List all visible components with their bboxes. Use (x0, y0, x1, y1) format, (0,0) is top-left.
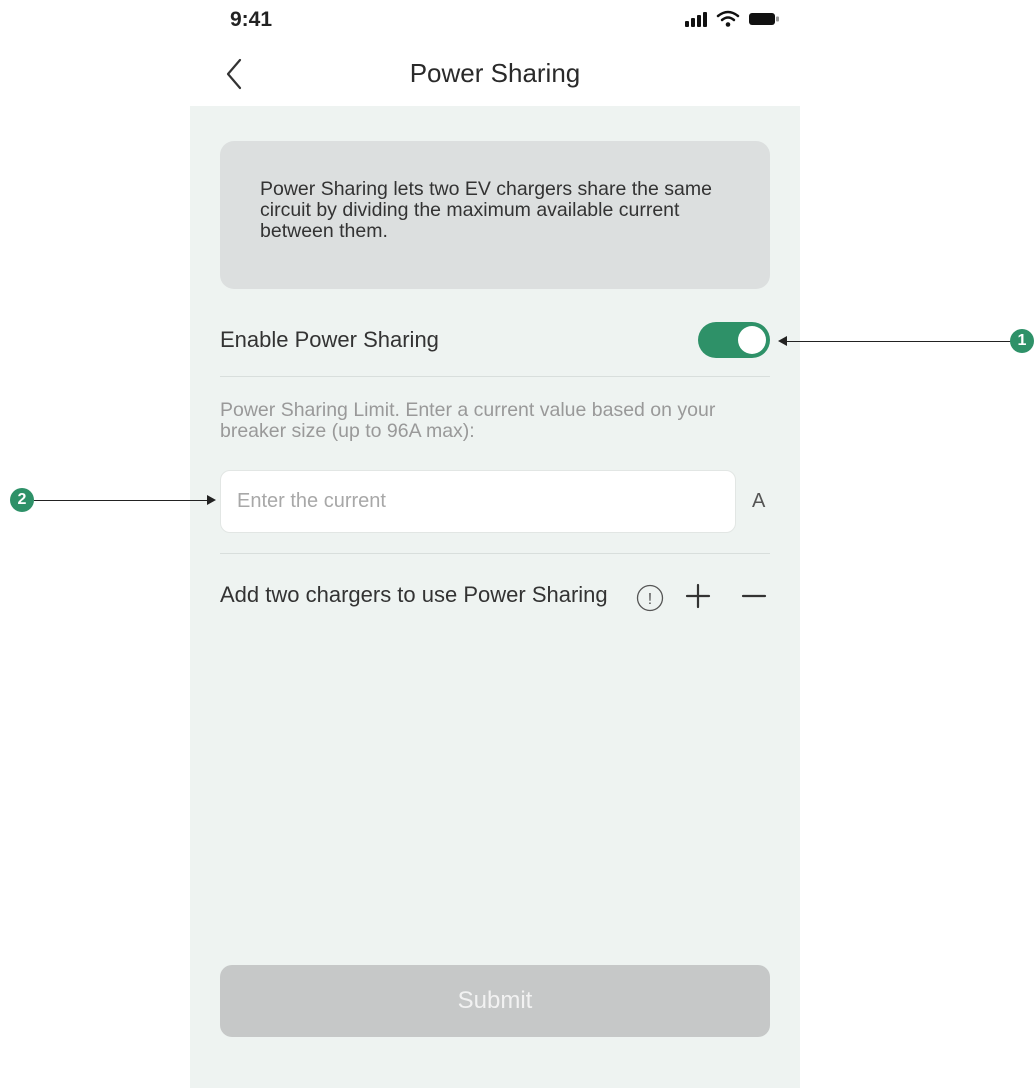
add-chargers-row: Add two chargers to use Power Sharing ! (220, 578, 770, 618)
cellular-signal-icon (685, 12, 707, 27)
status-time: 9:41 (230, 8, 273, 31)
info-card: Power Sharing lets two EV chargers share… (220, 141, 770, 289)
remove-charger-button[interactable] (738, 580, 770, 612)
add-chargers-label: Add two chargers to use Power Sharing (220, 582, 608, 607)
plus-icon (685, 583, 711, 609)
navigation-bar: Power Sharing (190, 48, 800, 104)
current-input[interactable] (220, 470, 736, 533)
submit-button[interactable]: Submit (220, 965, 770, 1037)
divider (220, 553, 770, 554)
enable-power-sharing-row: Enable Power Sharing (220, 318, 770, 374)
add-charger-button[interactable] (682, 580, 714, 612)
toggle-knob (738, 326, 766, 354)
power-sharing-limit-help: Power Sharing Limit. Enter a current val… (220, 399, 716, 442)
callout-badge-2: 2 (10, 488, 34, 512)
callout-badge-1: 1 (1010, 329, 1034, 353)
main-content: Power Sharing lets two EV chargers share… (190, 106, 800, 1088)
enable-power-sharing-label: Enable Power Sharing (220, 327, 439, 352)
status-bar: 9:41 (230, 4, 790, 36)
status-icons (684, 10, 780, 28)
arrowhead-left-icon (778, 336, 787, 346)
svg-text:!: ! (648, 591, 652, 608)
callout-arrow-1 (786, 341, 1014, 342)
info-card-text: Power Sharing lets two EV chargers share… (260, 178, 712, 242)
arrowhead-right-icon (207, 495, 216, 505)
battery-icon (749, 13, 779, 25)
info-icon[interactable]: ! (636, 584, 664, 612)
enable-power-sharing-toggle[interactable] (698, 322, 770, 358)
divider (220, 376, 770, 377)
callout-arrow-2 (34, 500, 210, 501)
current-unit-label: A (752, 490, 766, 512)
minus-icon (741, 594, 767, 598)
wifi-icon (716, 10, 740, 27)
page-title: Power Sharing (409, 58, 581, 88)
